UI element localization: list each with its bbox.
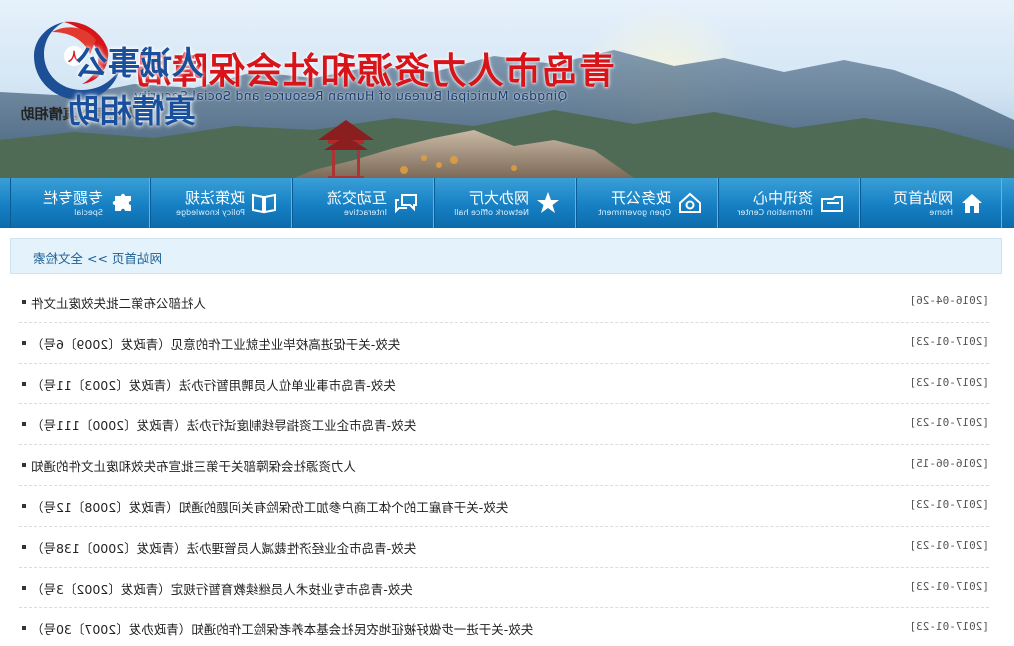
nav-label-zh: 专题专栏 (42, 189, 103, 207)
slogan-line-2: 真情相助 (67, 92, 196, 130)
result-title-link[interactable]: 失效-关于促进高校毕业生就业工作的意见（青政发〔2009〕6号） (31, 334, 400, 353)
result-title-link[interactable]: 失效-青岛市企业经济性裁减人员管理办法（青政发〔2000〕138号） (31, 538, 416, 557)
bullet-icon (22, 300, 26, 304)
bullet-icon (22, 381, 26, 386)
result-row: 人力资源社会保障部关于第三批宣布失效和废止文件的通知 [2016-06-15] (19, 445, 989, 486)
nav-label-en: Policy knowledge (176, 208, 245, 217)
result-row: 失效-青岛市企业经济性裁减人员管理办法（青政发〔2000〕138号） [2017-… (19, 526, 989, 568)
bullet-icon (22, 544, 26, 549)
nav-label-zh: 网站首页 (892, 189, 953, 207)
breadcrumb: 网站首页 >> 全文检索 (10, 238, 1002, 274)
slogan-line-1: 人诚事公 (75, 44, 204, 82)
breadcrumb-trail: 网站首页 >> 全文检索 (33, 248, 162, 267)
result-date: [2017-01-23] (909, 620, 989, 634)
result-title-link[interactable]: 失效-青岛市事业单位人员聘用暂行办法（青政发〔2003〕11号） (31, 375, 396, 394)
nav-label-en: Network office hall (454, 208, 529, 217)
result-date: [2016-04-26] (909, 294, 989, 307)
breadcrumb-separator: >> (83, 251, 112, 266)
result-title-link[interactable]: 失效-关于有雇工的个体工商户参加工伤保险有关问题的通知（青政发〔2008〕12号… (31, 497, 508, 516)
result-row: 失效-青岛市事业单位人员聘用暂行办法（青政发〔2003〕11号） [2017-01… (19, 363, 989, 405)
nav-label-en: Open government (598, 208, 671, 217)
nav-item-policy-knowledge[interactable]: 政策法规 Policy knowledge (150, 178, 292, 228)
result-title-link[interactable]: 失效-青岛市专业技术人员继续教育暂行规定（青政发〔2002〕3号） (31, 579, 413, 598)
nav-label-en: Home (929, 208, 953, 217)
nav-label-zh: 资讯中心 (752, 189, 813, 207)
nav-label-en: Interactive (343, 208, 387, 217)
result-date: [2017-01-23] (909, 497, 989, 511)
star-icon (537, 192, 559, 213)
nav-item-open-government[interactable]: 政务公开 Open government (576, 178, 718, 228)
result-row: 失效-关于有雇工的个体工商户参加工伤保险有关问题的通知（青政发〔2008〕12号… (19, 485, 989, 527)
nav-item-special[interactable]: 专题专栏 Special (10, 178, 150, 228)
breadcrumb-home-link[interactable]: 网站首页 (112, 251, 162, 266)
bullet-icon (22, 503, 26, 508)
home-icon (962, 194, 982, 213)
nav-label-zh: 政策法规 (184, 189, 245, 207)
result-title-link[interactable]: 失效-青岛市企业工资指导线制度试行办法（青政发〔2000〕111号） (31, 415, 416, 434)
result-row: 失效-关于进一步做好被征地农民社会基本养老保险工作的通知（青政办发〔2007〕3… (19, 608, 989, 646)
puzzle-icon (112, 193, 131, 211)
result-date: [2017-01-23] (909, 416, 989, 430)
result-title-link[interactable]: 人力资源社会保障部关于第三批宣布失效和废止文件的通知 (31, 456, 356, 475)
result-date: [2017-01-23] (909, 579, 989, 593)
bullet-icon (22, 340, 26, 345)
site-title-en: Qingdao Municipal Bureau of Human Resour… (134, 88, 568, 103)
chat-icon (395, 194, 417, 214)
result-date: [2016-06-15] (909, 457, 989, 471)
search-results-list: 人社部公布第二批失效废止文件 [2016-04-26] 失效-关于促进高校毕业生就业… (19, 282, 989, 646)
bullet-icon (22, 463, 26, 468)
main-nav: 网站首页 Home 资讯中心 Information Center 政务公开 O… (0, 178, 1014, 228)
nav-item-network-office-hall[interactable]: 网办大厅 Network office hall (434, 178, 576, 228)
page-root: 人 人诚事公 真情相助 青岛市人力资源和社会保障局 Qingdao Munici… (0, 0, 1014, 646)
result-row: 人社部公布第二批失效废止文件 [2016-04-26] (19, 282, 989, 323)
nav-item-interactive[interactable]: 互动交流 Interactive (292, 178, 434, 228)
result-date: [2017-01-23] (909, 538, 989, 552)
bullet-icon (22, 585, 26, 590)
nav-label-en: Special (74, 208, 103, 217)
result-row: 失效-青岛市专业技术人员继续教育暂行规定（青政发〔2002〕3号） [2017-0… (19, 567, 989, 609)
result-title-link[interactable]: 失效-关于进一步做好被征地农民社会基本养老保险工作的通知（青政办发〔2007〕3… (31, 619, 533, 638)
result-title-link[interactable]: 人社部公布第二批失效废止文件 (31, 293, 206, 312)
book-icon (252, 193, 276, 214)
nav-label-zh: 网办大厅 (468, 189, 529, 207)
result-row: 失效-关于促进高校毕业生就业工作的意见（青政发〔2009〕6号） [2017-01… (19, 322, 989, 364)
nav-label-en: Information Center (737, 208, 813, 217)
result-date: [2017-01-23] (909, 375, 989, 389)
nav-item-home[interactable]: 网站首页 Home (860, 178, 1002, 228)
folder-icon (821, 196, 843, 212)
breadcrumb-current: 全文检索 (33, 251, 84, 266)
result-date: [2017-01-23] (909, 334, 989, 348)
nav-item-information-center[interactable]: 资讯中心 Information Center (718, 178, 860, 228)
eye-icon (679, 192, 701, 213)
site-banner: 人 人诚事公 真情相助 青岛市人力资源和社会保障局 Qingdao Munici… (0, 0, 1014, 178)
site-title: 青岛市人力资源和社会保障局 (134, 50, 616, 92)
nav-label-zh: 互动交流 (326, 189, 387, 207)
bullet-icon (22, 422, 26, 427)
result-row: 失效-青岛市企业工资指导线制度试行办法（青政发〔2000〕111号） [2017-… (19, 404, 989, 446)
nav-label-zh: 政务公开 (610, 189, 671, 207)
bullet-icon (22, 626, 26, 631)
